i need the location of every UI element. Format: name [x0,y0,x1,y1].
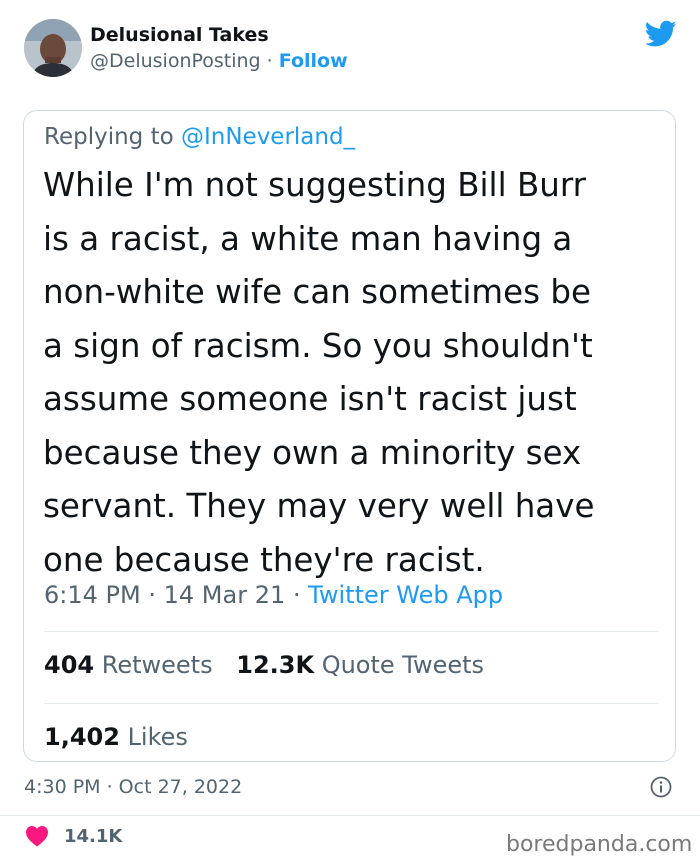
tweet-meta: 6:14 PM · 14 Mar 21 · Twitter Web App [44,581,503,609]
twitter-bird-icon[interactable] [645,20,677,48]
replying-prefix: Replying to [44,124,174,150]
author-handle[interactable]: @DelusionPosting [90,50,261,72]
handle-separator: · [266,50,273,72]
info-icon[interactable] [650,776,672,798]
tweet-time[interactable]: 6:14 PM [44,581,141,609]
heart-icon[interactable] [25,825,49,847]
retweets-label: Retweets [101,651,213,679]
replying-mention-link[interactable]: @InNeverland_ [181,124,355,150]
embedded-tweet[interactable]: Replying to @InNeverland_ While I'm not … [23,110,676,762]
likes-label: Likes [127,723,188,751]
tweet-text: While I'm not suggesting Bill Burr is a … [43,166,595,579]
meta-separator-2: · [292,581,301,609]
retweets-count: 404 [44,651,95,679]
author-handle-line: @DelusionPosting · Follow [90,50,348,72]
quote-tweets-label: Quote Tweets [321,651,485,679]
quote-tweets-count: 12.3K [236,651,315,679]
divider [0,815,700,816]
author-display-name[interactable]: Delusional Takes [90,24,269,46]
replying-to: Replying to @InNeverland_ [44,124,355,150]
likes-count: 1,402 [44,723,120,751]
watermark: boredpanda.com [506,832,693,857]
post-timestamp[interactable]: 4:30 PM · Oct 27, 2022 [24,776,242,798]
avatar[interactable] [24,19,82,77]
divider [44,703,658,704]
tweet-app-link[interactable]: Twitter Web App [308,581,503,609]
retweets-stat[interactable]: 404 Retweets [44,651,213,679]
follow-button[interactable]: Follow [279,50,348,72]
likes-stat[interactable]: 1,402 Likes [44,723,188,751]
quote-tweets-stat[interactable]: 12.3K Quote Tweets [236,651,484,679]
tweet-card: Delusional Takes @DelusionPosting · Foll… [0,0,700,866]
tweet-date[interactable]: 14 Mar 21 [164,581,286,609]
tweet-stats: 404 Retweets 12.3K Quote Tweets [44,651,500,679]
divider [44,631,658,632]
like-count[interactable]: 14.1K [64,826,122,847]
meta-separator-1: · [148,581,156,609]
